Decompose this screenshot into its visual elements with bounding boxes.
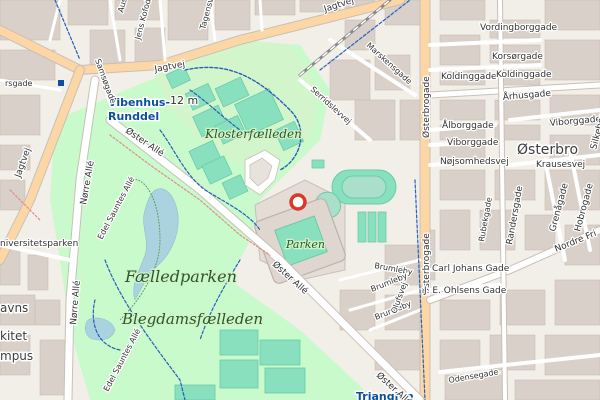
map-view[interactable]: Fælledparken Blegdamsfælleden Klosterfæl… [0, 0, 600, 400]
street-viborggade: Viborggade [447, 138, 499, 148]
street-arsgade: rsgade [5, 79, 33, 88]
street-koldinggade-1: Koldinggade [441, 72, 497, 82]
faelledparken-label: Fælledparken [124, 267, 237, 286]
vibenhus-line2-label: Runddel [108, 110, 159, 123]
street-osterbrogade-top: Østerbrogade [421, 76, 432, 138]
street-vordingborggade: Vordingborggade [480, 23, 558, 33]
campus-label: mpus [0, 349, 33, 363]
elevation-label: 12 m [170, 94, 198, 107]
street-korsorgade: Korsørgade [492, 52, 543, 62]
map-canvas[interactable]: Fælledparken Blegdamsfælleden Klosterfæl… [0, 0, 600, 400]
street-nojsomhedsvej: Nøjsomhedsvej [440, 157, 509, 167]
street-universitetsparken: niversitetsparken [0, 239, 78, 249]
osterbro-label: Østerbro [517, 142, 578, 158]
kitet-label: kitet [0, 329, 27, 343]
street-alborggade: Ålborggade [442, 119, 494, 131]
avns-label: avns [0, 301, 28, 315]
location-pin-icon[interactable] [289, 193, 307, 211]
blegdamsfaelleden-label: Blegdamsfælleden [121, 310, 263, 328]
klosterfaelleden-label: Klosterfælleden [204, 127, 302, 141]
street-carl-johans: Carl Johans Gade [432, 264, 510, 274]
street-je-ohlsens: J. E. Ohlsens Gade [423, 286, 507, 296]
street-krausesvej: Krausesvej [536, 160, 585, 170]
parken-label: Parken [285, 238, 325, 251]
street-koldinggade-2: Koldinggade [496, 70, 552, 80]
